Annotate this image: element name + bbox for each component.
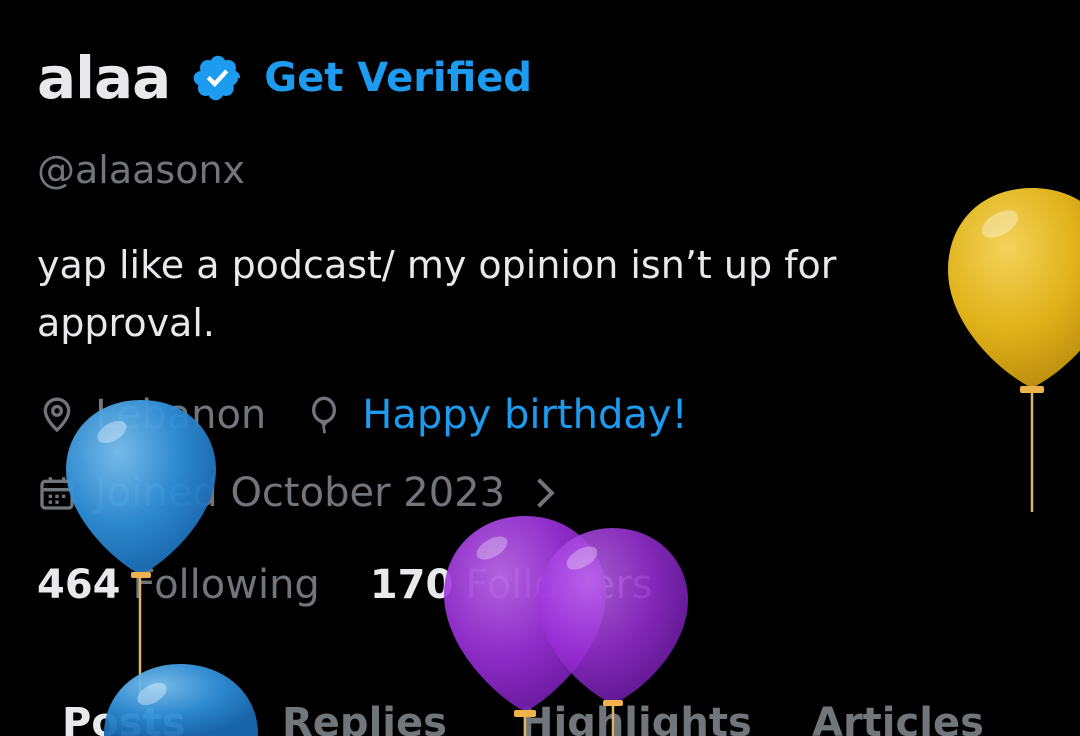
followers-label: Followers bbox=[465, 562, 653, 608]
user-handle: @alaasonx bbox=[37, 148, 246, 192]
location-pin-icon bbox=[43, 397, 71, 433]
balloon-icon bbox=[312, 396, 337, 434]
following-count: 464 bbox=[37, 562, 121, 608]
meta-row-joined[interactable]: Joined October 2023 bbox=[37, 470, 561, 516]
display-name: alaa bbox=[37, 44, 171, 112]
tab-articles[interactable]: Articles bbox=[812, 700, 984, 736]
following-label: Following bbox=[132, 562, 320, 608]
get-verified-link[interactable]: Get Verified bbox=[264, 55, 532, 101]
tab-posts[interactable]: Posts bbox=[62, 700, 186, 736]
following-link[interactable]: 464 Following bbox=[37, 562, 320, 608]
follow-stats: 464 Following 170 Followers bbox=[37, 562, 653, 608]
chevron-right-icon[interactable] bbox=[531, 473, 561, 513]
calendar-icon bbox=[40, 477, 74, 510]
birthday-link[interactable]: Happy birthday! bbox=[362, 392, 687, 438]
followers-link[interactable]: 170 Followers bbox=[370, 562, 653, 608]
bio-text: yap like a podcast/ my opinion isn’t up … bbox=[37, 243, 837, 345]
profile-header: alaa Get Verified @alaasonx yap like a p… bbox=[0, 0, 1080, 736]
joined-date: Joined October 2023 bbox=[95, 470, 506, 516]
followers-count: 170 bbox=[369, 562, 454, 608]
tab-replies[interactable]: Replies bbox=[282, 700, 447, 736]
balloon-blue-1 bbox=[66, 400, 216, 700]
location-text: Lebanon bbox=[95, 392, 267, 438]
profile-tabs: Posts Replies Highlights Articles bbox=[0, 700, 1080, 736]
tab-highlights[interactable]: Highlights bbox=[520, 700, 752, 736]
name-row: alaa Get Verified bbox=[37, 42, 532, 114]
verified-badge-icon[interactable] bbox=[192, 52, 244, 104]
balloon-gold bbox=[948, 188, 1080, 512]
meta-row-location: Lebanon Happy birthday! bbox=[37, 392, 688, 438]
